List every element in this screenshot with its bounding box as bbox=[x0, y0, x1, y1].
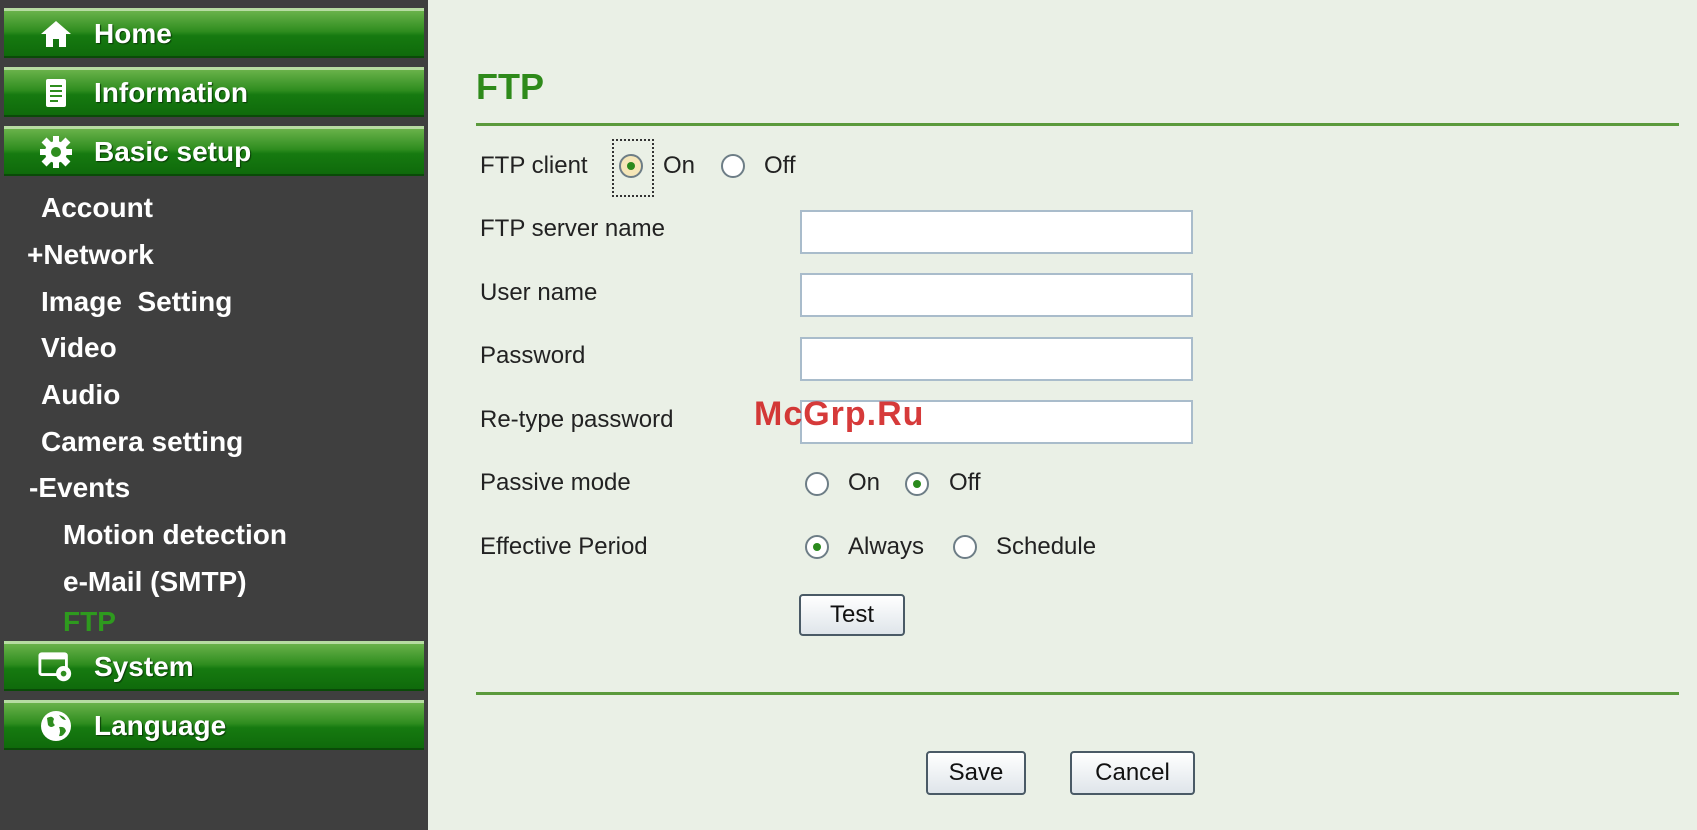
sidebar-item-events[interactable]: -Events bbox=[29, 472, 130, 504]
user-name-label: User name bbox=[480, 279, 598, 306]
cancel-button[interactable]: Cancel bbox=[1070, 751, 1195, 795]
save-button[interactable]: Save bbox=[926, 751, 1026, 795]
passive-mode-on-radio[interactable] bbox=[805, 472, 829, 496]
effective-period-schedule-radio[interactable] bbox=[953, 535, 977, 559]
passive-mode-on-label[interactable]: On bbox=[848, 469, 880, 497]
effective-period-schedule-label[interactable]: Schedule bbox=[996, 533, 1096, 561]
test-button[interactable]: Test bbox=[799, 594, 905, 636]
sidebar-item-motion-detection[interactable]: Motion detection bbox=[63, 519, 287, 551]
ftp-client-label: FTP client bbox=[480, 152, 588, 179]
menu-basic-setup-label: Basic setup bbox=[94, 135, 252, 167]
ftp-client-on-radio[interactable] bbox=[619, 154, 643, 178]
sidebar-item-email-smtp[interactable]: e-Mail (SMTP) bbox=[63, 566, 247, 598]
menu-information-label: Information bbox=[94, 76, 248, 108]
password-input[interactable] bbox=[800, 337, 1193, 381]
bottom-divider bbox=[476, 692, 1679, 695]
sidebar-item-video[interactable]: Video bbox=[41, 332, 117, 364]
user-name-input[interactable] bbox=[800, 273, 1193, 317]
retype-password-label: Re-type password bbox=[480, 406, 674, 433]
menu-language[interactable]: Language bbox=[4, 700, 424, 750]
passive-mode-off-radio[interactable] bbox=[905, 472, 929, 496]
sidebar-item-image-setting[interactable]: Image Setting bbox=[41, 286, 232, 318]
menu-basic-setup[interactable]: Basic setup bbox=[4, 126, 424, 176]
effective-period-always-label[interactable]: Always bbox=[848, 533, 924, 561]
ftp-client-off-label[interactable]: Off bbox=[764, 152, 796, 180]
effective-period-label: Effective Period bbox=[480, 533, 648, 560]
sidebar: Home Information Basic setup Account +Ne… bbox=[0, 0, 428, 830]
sidebar-item-audio[interactable]: Audio bbox=[41, 379, 120, 411]
sidebar-item-camera-setting[interactable]: Camera setting bbox=[41, 426, 243, 458]
menu-language-label: Language bbox=[94, 709, 227, 741]
main-panel: FTP FTP client On Off FTP server name Us… bbox=[428, 0, 1697, 830]
document-icon bbox=[38, 75, 74, 111]
sidebar-item-account[interactable]: Account bbox=[41, 192, 153, 224]
ftp-client-off-radio[interactable] bbox=[721, 154, 745, 178]
password-label: Password bbox=[480, 342, 586, 369]
sidebar-item-network[interactable]: +Network bbox=[27, 239, 154, 271]
top-divider bbox=[476, 123, 1679, 126]
menu-system[interactable]: System bbox=[4, 641, 424, 691]
ftp-server-name-input[interactable] bbox=[800, 210, 1193, 254]
system-icon bbox=[38, 649, 74, 685]
globe-icon bbox=[38, 708, 74, 744]
menu-information[interactable]: Information bbox=[4, 67, 424, 117]
ftp-client-on-label[interactable]: On bbox=[663, 152, 695, 180]
page-title: FTP bbox=[476, 66, 544, 107]
gear-icon bbox=[38, 134, 74, 170]
menu-home-label: Home bbox=[94, 17, 172, 49]
watermark: McGrp.Ru bbox=[754, 395, 925, 433]
home-icon bbox=[38, 16, 74, 52]
ftp-server-name-label: FTP server name bbox=[480, 215, 665, 242]
menu-home[interactable]: Home bbox=[4, 8, 424, 58]
passive-mode-label: Passive mode bbox=[480, 469, 631, 496]
effective-period-always-radio[interactable] bbox=[805, 535, 829, 559]
menu-system-label: System bbox=[94, 650, 194, 682]
passive-mode-off-label[interactable]: Off bbox=[949, 469, 981, 497]
sidebar-item-ftp[interactable]: FTP bbox=[63, 606, 116, 638]
